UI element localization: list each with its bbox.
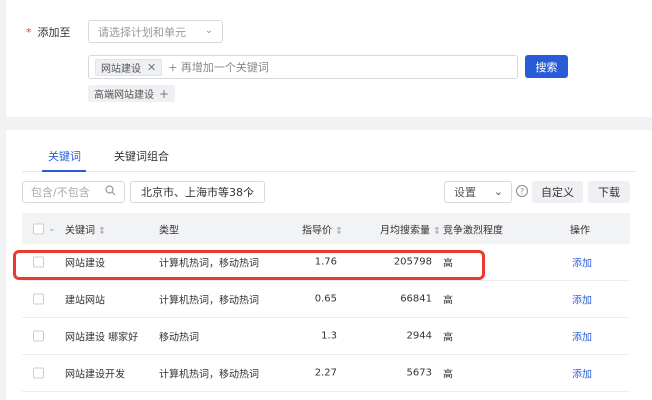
competition-cell: 高: [443, 332, 453, 344]
add-keyword-link[interactable]: 添加: [572, 366, 592, 381]
row-checkbox[interactable]: [33, 330, 44, 342]
sort-icon: ⇕: [335, 226, 343, 236]
tab-keyword-combinations[interactable]: 关键词组合: [114, 148, 169, 164]
competition-cell: 高: [443, 369, 453, 381]
keyword-cell: 网站建设: [65, 258, 105, 270]
header-competition: 竞争激烈程度: [443, 225, 503, 236]
question-circle-icon[interactable]: ?: [516, 185, 528, 197]
table-row: 建站网站 计算机热词，移动热词 0.65 66841 高 添加: [22, 281, 630, 318]
row-checkbox[interactable]: [33, 367, 44, 379]
add-keyword-link[interactable]: 添加: [572, 329, 592, 344]
search-button[interactable]: 搜索: [525, 55, 568, 78]
chevron-down-icon: ⌄: [493, 185, 503, 198]
header-action: 操作: [570, 225, 590, 236]
add-to-panel: * 添加至 请选择计划和单元 ⌄ 网站建设 ✕ + 再增加一个关键词 搜索 高端网…: [6, 0, 652, 117]
keyword-cell: 网站建设开发: [65, 369, 125, 381]
chevron-down-icon: ⌄: [245, 185, 255, 198]
price-cell: 2.27: [314, 367, 337, 379]
row-checkbox[interactable]: [33, 256, 44, 268]
active-tab-indicator: [42, 170, 86, 172]
region-select-value: 北京市、上海市等38个: [141, 186, 254, 199]
keyword-cell: 网站建设 哪家好: [65, 332, 139, 344]
volume-cell: 205798: [393, 256, 432, 268]
add-to-label-text: 添加至: [37, 26, 71, 39]
include-exclude-placeholder: 包含/不包含: [31, 186, 90, 199]
plan-unit-select[interactable]: 请选择计划和单元 ⌄: [88, 20, 223, 43]
table-row: 网站建设 哪家好 移动热词 1.3 2944 高 添加: [22, 318, 630, 355]
include-exclude-filter-input[interactable]: 包含/不包含: [22, 181, 125, 203]
type-cell: 计算机热词，移动热词: [159, 258, 259, 270]
header-keyword-label: 关键词: [65, 225, 95, 236]
competition-cell: 高: [443, 258, 453, 270]
region-select[interactable]: 北京市、上海市等38个 ⌄: [130, 181, 265, 203]
keyword-tag: 网站建设 ✕: [95, 58, 163, 76]
volume-cell: 66841: [400, 293, 432, 305]
add-keyword-link[interactable]: 添加: [572, 292, 592, 307]
settings-select-value: 设置: [454, 186, 476, 199]
table-row: 网站建设开发 计算机热词，移动热词 2.27 5673 高 添加: [22, 355, 630, 392]
header-type: 类型: [159, 225, 179, 236]
search-icon: [105, 185, 116, 199]
competition-cell: 高: [443, 295, 453, 307]
add-to-label: * 添加至: [26, 24, 71, 40]
keyword-table: ⌄ 关键词 ⇕ 类型 指导价 ⇕ 月均搜索量 ⇕ 竞争激烈程度 操作 网站建设 计算机…: [22, 213, 630, 392]
keyword-results-panel: 关键词 关键词组合 包含/不包含 北京市、上海市等38个 ⌄ 设置 ⌄ ? 自定…: [6, 130, 652, 400]
select-all-checkbox[interactable]: [33, 223, 44, 234]
chevron-down-icon[interactable]: ⌄: [48, 224, 56, 234]
settings-select[interactable]: 设置 ⌄: [444, 181, 512, 203]
custom-columns-button[interactable]: 自定义: [532, 181, 583, 203]
download-button[interactable]: 下载: [588, 181, 630, 203]
table-header: ⌄ 关键词 ⇕ 类型 指导价 ⇕ 月均搜索量 ⇕ 竞争激烈程度 操作: [22, 213, 630, 244]
tab-bar: 关键词 关键词组合: [22, 140, 636, 172]
keyword-tag-label: 网站建设: [101, 63, 141, 75]
suggested-keyword-label: 高端网站建设: [94, 90, 154, 101]
table-row: 网站建设 计算机热词，移动热词 1.76 205798 高 添加: [22, 244, 630, 281]
volume-cell: 2944: [406, 330, 432, 342]
sort-icon: ⇕: [433, 226, 441, 236]
price-cell: 1.76: [314, 256, 337, 268]
type-cell: 计算机热词，移动热词: [159, 295, 259, 307]
plan-unit-select-placeholder: 请选择计划和单元: [98, 25, 186, 39]
type-cell: 计算机热词，移动热词: [159, 369, 259, 381]
keyword-cell: 建站网站: [65, 295, 105, 307]
price-cell: 0.65: [314, 293, 337, 305]
add-more-keyword-text: + 再增加一个关键词: [168, 61, 269, 74]
price-cell: 1.3: [321, 330, 337, 342]
volume-cell: 5673: [406, 367, 432, 379]
tab-keywords[interactable]: 关键词: [48, 148, 81, 164]
chevron-down-icon: ⌄: [204, 25, 213, 36]
plus-icon: +: [159, 86, 170, 101]
keyword-input[interactable]: 网站建设 ✕ + 再增加一个关键词: [88, 55, 518, 79]
header-volume-label: 月均搜索量: [380, 225, 430, 236]
header-price-label: 指导价: [302, 225, 332, 236]
header-keyword[interactable]: 关键词 ⇕: [65, 221, 106, 236]
type-cell: 移动热词: [159, 332, 199, 344]
sort-icon: ⇕: [98, 226, 106, 236]
add-keyword-link[interactable]: 添加: [572, 255, 592, 270]
close-icon[interactable]: ✕: [147, 61, 156, 74]
suggested-keyword-tag[interactable]: 高端网站建设 +: [88, 85, 176, 102]
row-checkbox[interactable]: [33, 293, 44, 305]
header-monthly-volume[interactable]: 月均搜索量 ⇕: [380, 221, 441, 236]
header-guide-price[interactable]: 指导价 ⇕: [302, 221, 343, 236]
required-mark: *: [26, 26, 32, 39]
